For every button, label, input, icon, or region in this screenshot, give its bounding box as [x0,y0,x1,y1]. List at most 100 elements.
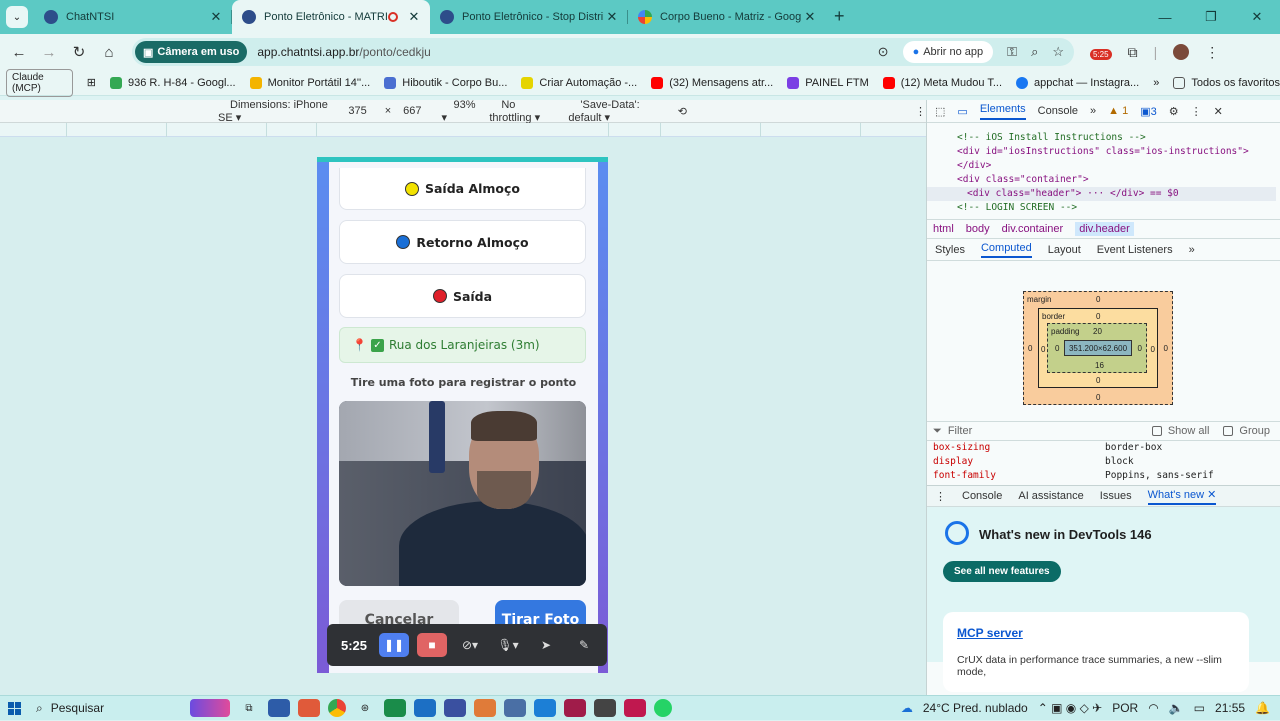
extension-recorder-icon[interactable]: 5:25 [1090,44,1112,60]
warnings-count[interactable]: ▲ 1 [1108,105,1128,117]
dom-node[interactable]: </div> [957,159,1276,173]
app-icon[interactable] [298,699,320,717]
camera-off-button[interactable]: ⊘▾ [455,633,485,657]
tab-console[interactable]: Console [1038,105,1078,117]
device-select[interactable]: Dimensions: iPhone SE ▾ [218,99,332,124]
saida-almoco-button[interactable]: Saída Almoço [339,168,586,210]
close-icon[interactable]: ✕ [604,9,620,25]
tab-ponto-matriz[interactable]: Ponto Eletrônico - MATRIZ ✕ [232,0,430,34]
forward-icon[interactable]: → [34,44,64,61]
more-tabs-icon[interactable]: » [1090,105,1096,117]
box-border[interactable]: border 0 0 0 0 padding 20 16 0 0 351.200… [1038,308,1158,388]
crumb[interactable]: html [933,223,954,235]
box-padding[interactable]: padding 20 16 0 0 351.200×62.600 [1047,323,1147,373]
app-icon[interactable]: ⊛ [354,699,376,717]
box-margin[interactable]: margin 0 0 0 0 border 0 0 0 0 padding 20… [1023,291,1173,405]
bookmark-item[interactable]: (12) Meta Mudou T... [882,76,1002,89]
bookmark-star-icon[interactable]: ☆ [1052,44,1064,60]
bookmark-item[interactable]: Monitor Portátil 14''... [249,76,370,89]
battery-icon[interactable]: ▭ [1194,701,1205,715]
property-row[interactable]: box-sizing border-box [933,441,1280,455]
app-icon[interactable] [384,699,406,717]
bookmark-item[interactable]: appchat — Instagra... [1016,76,1139,89]
url-text[interactable]: app.chatntsi.app.br/ponto/cedkju [257,45,877,59]
windows-start-icon[interactable] [0,696,28,721]
stop-button[interactable]: ■ [417,633,447,657]
crumb[interactable]: div.container [1002,223,1064,235]
menu-kebab-icon[interactable]: ⋮ [1205,44,1219,61]
zoom-select[interactable]: 93% ▾ [442,99,478,124]
avatar[interactable] [1173,44,1190,60]
new-tab-button[interactable]: + [834,6,845,27]
more-subtabs-icon[interactable]: » [1189,244,1195,256]
saida-button[interactable]: Saída [339,274,586,318]
app-icon[interactable] [474,699,496,717]
device-menu-icon[interactable]: ⋮ [915,105,926,118]
key-icon[interactable]: ⚿ [1007,44,1017,60]
all-bookmarks-folder[interactable]: Todos os favoritos [1173,76,1280,89]
tab-elements[interactable]: Elements [979,103,1026,120]
tab-layout[interactable]: Layout [1048,244,1081,256]
dom-node-selected[interactable]: <div class="header"> ··· </div> == $0 [927,187,1276,201]
tab-event-listeners[interactable]: Event Listeners [1097,244,1173,256]
copilot-icon[interactable] [190,699,230,717]
draw-button[interactable]: ✎ [569,633,599,657]
dom-node[interactable]: <!-- LOGIN SCREEN --> [957,201,1276,215]
notification-icon[interactable]: 🔔 [1255,701,1270,715]
crumb-active[interactable]: div.header [1075,222,1134,236]
app-icon[interactable] [624,699,646,717]
throttle-select[interactable]: No throttling ▾ [489,99,556,124]
whatsapp-icon[interactable] [654,699,672,717]
drawer-tab-whats-new[interactable]: What's new ✕ [1147,488,1217,505]
chrome-icon[interactable] [328,699,346,717]
home-icon[interactable]: ⌂ [94,44,124,61]
property-row[interactable]: font-family Poppins, sans-serif [933,469,1280,483]
see-all-features-button[interactable]: See all new features [943,561,1061,582]
crumb[interactable]: body [966,223,990,235]
close-icon[interactable]: ✕ [802,9,818,25]
drawer-tab-ai[interactable]: AI assistance [1018,490,1083,502]
app-icon[interactable] [594,699,616,717]
close-icon[interactable]: ✕ [208,9,224,25]
weather-text[interactable]: 24°C Pred. nublado [923,701,1028,715]
inspect-icon[interactable]: ⬚ [935,105,945,118]
close-icon[interactable]: ✕ [1214,105,1223,118]
dom-node[interactable]: <div class="container"> [957,173,1276,187]
rotate-icon[interactable]: ⟲ [678,105,687,118]
dom-node[interactable]: <div id="iosInstructions" class="ios-ins… [957,145,1276,159]
taskbar-search[interactable]: ⌕ Pesquisar [36,701,186,716]
save-data-select[interactable]: 'Save-Data': default ▾ [568,99,665,124]
issues-count[interactable]: ▣3 [1140,105,1157,118]
more-bookmarks-icon[interactable]: » [1153,77,1159,89]
app-icon[interactable] [564,699,586,717]
tab-chatntsi[interactable]: ChatNTSI ✕ [34,0,232,34]
bookmark-item[interactable]: (32) Mensagens atr... [651,76,773,89]
devtools-menu-icon[interactable]: ⋮ [1191,105,1202,118]
maximize-icon[interactable]: ❐ [1188,9,1234,25]
app-icon[interactable] [534,699,556,717]
task-view-icon[interactable]: ⧉ [238,699,260,717]
box-content[interactable]: 351.200×62.600 [1064,340,1132,356]
app-icon[interactable] [504,699,526,717]
reload-icon[interactable]: ↻ [64,43,94,61]
bookmark-item[interactable]: 936 R. H-84 - Googl... [110,76,236,89]
camera-in-use-pill[interactable]: ▣ Câmera em uso [135,41,248,63]
property-row[interactable]: display block [933,455,1280,469]
show-all-checkbox[interactable] [1151,426,1162,436]
app-icon[interactable] [268,699,290,717]
tab-computed[interactable]: Computed [980,242,1032,258]
minimize-icon[interactable]: — [1142,10,1188,25]
dom-node[interactable]: <!-- iOS Install Instructions --> [957,123,1276,145]
weather-icon[interactable]: ☁ [901,701,913,715]
bookmark-item[interactable]: Criar Automação -... [521,76,637,89]
vscode-icon[interactable] [414,699,436,717]
wifi-icon[interactable]: ◠ [1148,701,1158,715]
gear-icon[interactable]: ⚙ [1169,105,1179,118]
width-input[interactable]: 375 [348,105,366,117]
drawer-tab-console[interactable]: Console [962,490,1002,502]
microphone-button[interactable]: 🎙▾ [493,633,523,657]
open-in-app-button[interactable]: ● Abrir no app [902,41,994,63]
tab-search-button[interactable]: ⌄ [0,0,34,34]
pause-button[interactable]: ❚❚ [379,633,409,657]
language-indicator[interactable]: POR [1112,701,1138,715]
